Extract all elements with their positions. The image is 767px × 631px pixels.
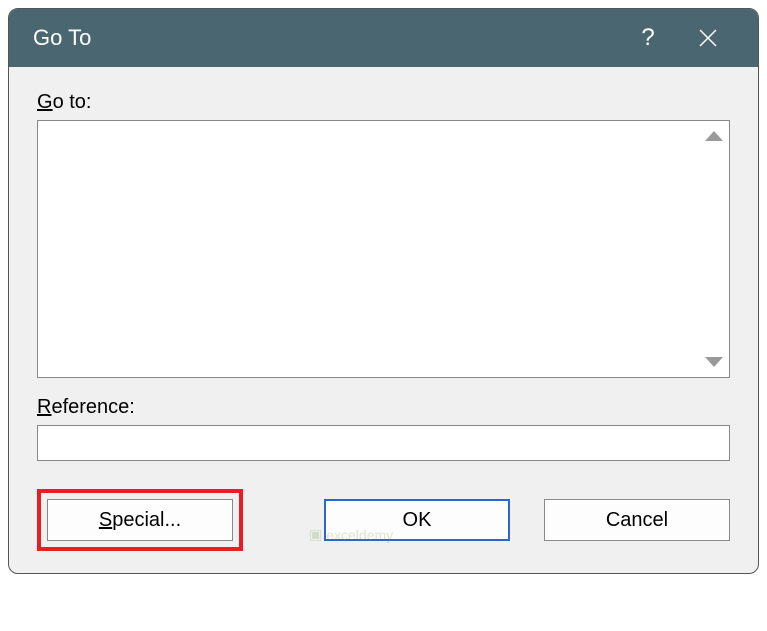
- special-accel: S: [99, 509, 112, 531]
- special-button[interactable]: Special...: [47, 499, 233, 541]
- ok-button[interactable]: OK: [324, 499, 510, 541]
- scroll-down-icon[interactable]: [705, 357, 723, 367]
- goto-label: Go to:: [37, 91, 730, 114]
- help-button[interactable]: ?: [618, 9, 678, 67]
- reference-label-accel: R: [37, 396, 51, 418]
- special-highlight: Special...: [37, 489, 243, 551]
- dialog-title: Go To: [33, 25, 618, 51]
- reference-label-text: eference:: [51, 396, 134, 418]
- goto-label-accel: G: [37, 91, 53, 113]
- reference-section: Reference:: [37, 396, 730, 461]
- goto-label-text: o to:: [53, 91, 92, 113]
- close-button[interactable]: [678, 9, 738, 67]
- cancel-button[interactable]: Cancel: [544, 499, 730, 541]
- scroll-up-icon[interactable]: [705, 131, 723, 141]
- close-icon: [698, 28, 718, 48]
- dialog-content: Go to: Reference: Special... OK Cancel ▣…: [9, 67, 758, 573]
- button-row: Special... OK Cancel: [37, 489, 730, 551]
- reference-input[interactable]: [37, 425, 730, 461]
- special-text: pecial...: [112, 509, 181, 531]
- goto-dialog: Go To ? Go to: Reference: Special... O: [8, 8, 759, 574]
- goto-listbox[interactable]: [37, 120, 730, 378]
- titlebar: Go To ?: [9, 9, 758, 67]
- reference-label: Reference:: [37, 396, 730, 419]
